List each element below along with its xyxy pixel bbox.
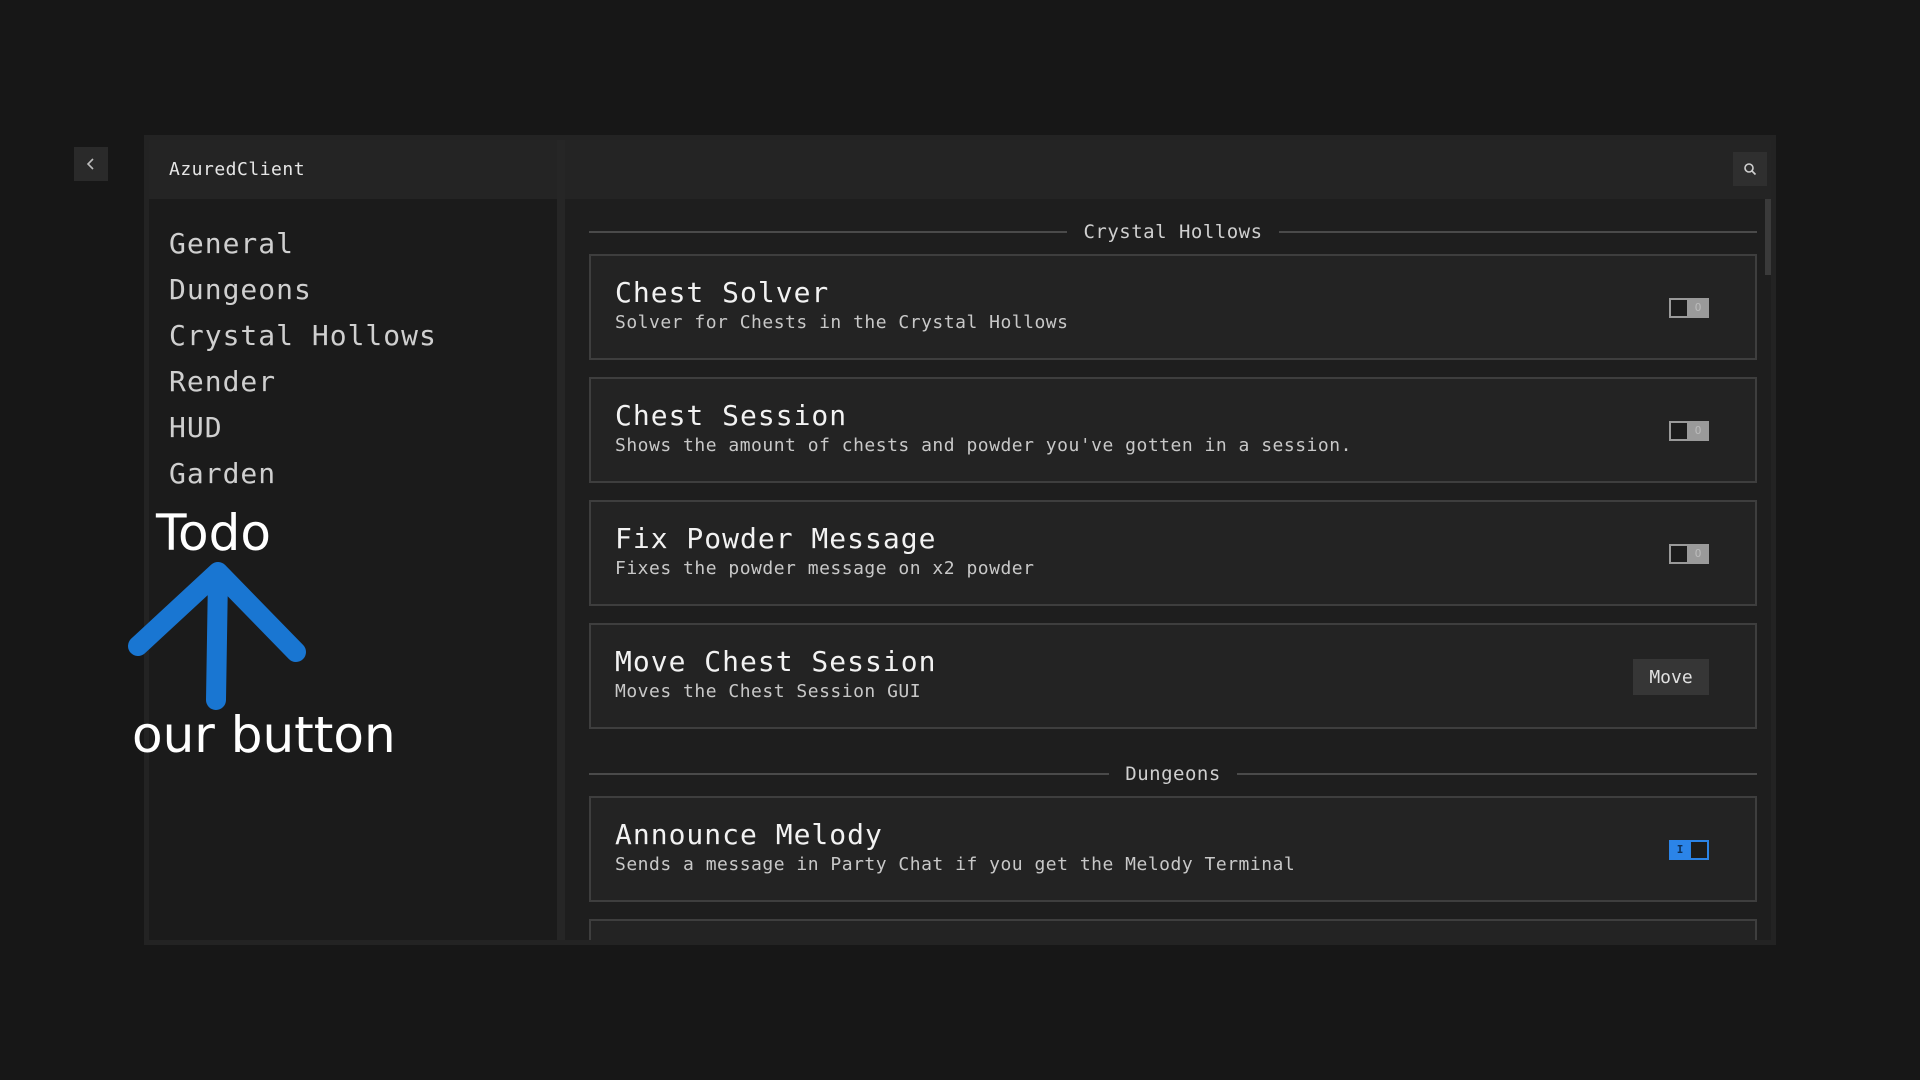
annotation-caption: our button: [132, 706, 396, 764]
toggle-knob: [1671, 423, 1689, 439]
feature-description: Shows the amount of chests and powder yo…: [615, 435, 1352, 456]
feature-card-fix-powder-message: Fix Powder Message Fixes the powder mess…: [589, 500, 1757, 606]
sidebar-item-dungeons[interactable]: Dungeons: [149, 267, 557, 313]
settings-window: AzuredClient General Dungeons Crystal Ho…: [144, 135, 1776, 945]
toggle-knob: [1671, 546, 1689, 562]
sidebar-item-render[interactable]: Render: [149, 359, 557, 405]
section-header: Crystal Hollows: [589, 217, 1757, 247]
toggle-state-mark: O: [1694, 547, 1702, 560]
toggle-state-mark: O: [1694, 424, 1702, 437]
chest-solver-toggle[interactable]: O: [1669, 298, 1709, 318]
feature-title: Move Chest Session: [615, 645, 937, 678]
sidebar-item-general[interactable]: General: [149, 221, 557, 267]
toggle-state-mark: I: [1671, 842, 1689, 858]
fix-powder-message-toggle[interactable]: O: [1669, 544, 1709, 564]
annotation-label: Todo: [156, 504, 271, 562]
feature-title: Announce Melody: [615, 818, 883, 851]
app-title: AzuredClient: [149, 140, 557, 199]
sidebar-item-garden[interactable]: Garden: [149, 451, 557, 497]
feature-card-partial: [589, 919, 1757, 940]
feature-card-chest-session: Chest Session Shows the amount of chests…: [589, 377, 1757, 483]
scrollbar-thumb[interactable]: [1765, 199, 1771, 275]
feature-description: Sends a message in Party Chat if you get…: [615, 854, 1296, 875]
arrow-up-icon: [128, 562, 306, 710]
settings-panel: Crystal Hollows Chest Solver Solver for …: [565, 140, 1771, 940]
chest-session-toggle[interactable]: O: [1669, 421, 1709, 441]
feature-card-move-chest-session: Move Chest Session Moves the Chest Sessi…: [589, 623, 1757, 729]
announce-melody-toggle[interactable]: I: [1669, 840, 1709, 860]
category-nav: General Dungeons Crystal Hollows Render …: [149, 199, 557, 497]
toggle-knob: [1689, 842, 1707, 858]
sidebar-divider[interactable]: [557, 140, 565, 940]
section-title: Crystal Hollows: [1083, 221, 1263, 243]
feature-description: Moves the Chest Session GUI: [615, 681, 922, 702]
feature-description: Fixes the powder message on x2 powder: [615, 558, 1035, 579]
feature-title: Chest Solver: [615, 276, 830, 309]
search-icon: [1744, 163, 1757, 176]
back-button[interactable]: [74, 147, 108, 181]
section-divider: [589, 231, 1068, 233]
sidebar-item-crystal-hollows[interactable]: Crystal Hollows: [149, 313, 557, 359]
section-divider: [1236, 773, 1758, 775]
feature-title: Chest Session: [615, 399, 848, 432]
toggle-knob: [1671, 300, 1689, 316]
move-button[interactable]: Move: [1633, 659, 1709, 695]
panel-header: [565, 140, 1771, 199]
section-divider: [589, 773, 1110, 775]
feature-description: Solver for Chests in the Crystal Hollows: [615, 312, 1069, 333]
search-button[interactable]: [1733, 152, 1767, 186]
section-title: Dungeons: [1125, 763, 1221, 785]
sidebar-item-hud[interactable]: HUD: [149, 405, 557, 451]
feature-title: Fix Powder Message: [615, 522, 937, 555]
chevron-left-icon: [86, 158, 94, 170]
feature-card-announce-melody: Announce Melody Sends a message in Party…: [589, 796, 1757, 902]
section-divider: [1278, 231, 1757, 233]
feature-card-chest-solver: Chest Solver Solver for Chests in the Cr…: [589, 254, 1757, 360]
toggle-state-mark: O: [1694, 301, 1702, 314]
section-header: Dungeons: [589, 759, 1758, 789]
